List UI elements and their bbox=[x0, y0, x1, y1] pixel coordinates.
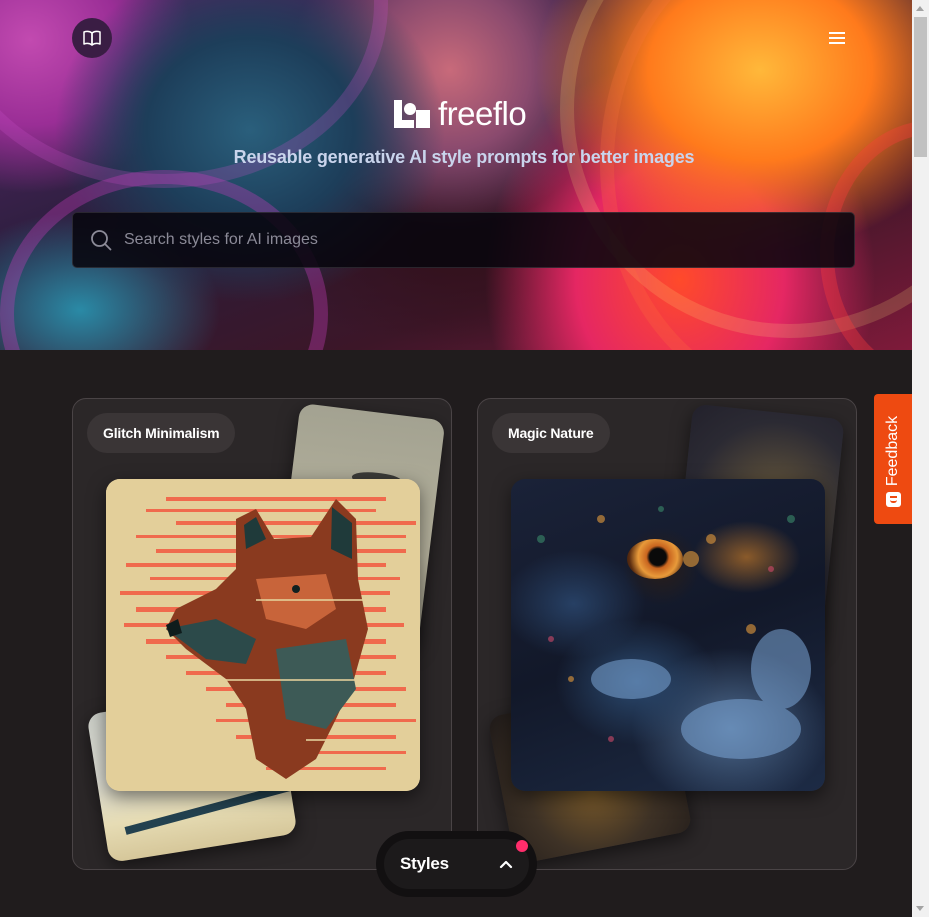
styles-button-label: Styles bbox=[400, 854, 449, 873]
styles-dock: Styles bbox=[376, 831, 537, 897]
logo[interactable]: freeflo bbox=[392, 94, 527, 134]
styles-button[interactable]: Styles bbox=[384, 839, 529, 889]
feedback-label: Feedback bbox=[884, 415, 902, 487]
vertical-scrollbar[interactable] bbox=[912, 0, 929, 917]
style-card-label: Magic Nature bbox=[492, 413, 610, 453]
hero-banner: freeflo Reusable generative AI style pro… bbox=[0, 0, 912, 350]
guide-button[interactable] bbox=[72, 18, 112, 58]
page: freeflo Reusable generative AI style pro… bbox=[0, 0, 912, 917]
style-card-glitch-minimalism[interactable]: Glitch Minimalism bbox=[72, 398, 452, 870]
paint-splatter-overlay bbox=[537, 506, 811, 759]
search-icon bbox=[90, 229, 112, 251]
freeflo-logo-icon bbox=[394, 100, 430, 128]
logo-text: freeflo bbox=[438, 95, 527, 132]
scroll-up-arrow-icon[interactable] bbox=[916, 6, 924, 11]
preview-image-main bbox=[106, 479, 420, 791]
style-card-magic-nature[interactable]: Magic Nature bbox=[477, 398, 857, 870]
notification-dot bbox=[516, 840, 528, 852]
book-open-icon bbox=[83, 30, 101, 46]
menu-button[interactable] bbox=[817, 18, 857, 58]
style-card-label: Glitch Minimalism bbox=[87, 413, 236, 453]
tagline: Reusable generative AI style prompts for… bbox=[233, 147, 695, 167]
search-bar[interactable] bbox=[72, 212, 855, 268]
feedback-label-wrap: Feedback bbox=[877, 406, 909, 496]
dog-illustration bbox=[106, 479, 420, 791]
feedback-smiley-icon bbox=[886, 492, 901, 507]
scrollbar-thumb[interactable] bbox=[914, 17, 927, 157]
hamburger-menu-icon bbox=[829, 32, 845, 44]
chevron-up-icon bbox=[499, 860, 513, 869]
preview-image-main bbox=[511, 479, 825, 791]
feedback-tab[interactable]: Feedback bbox=[874, 394, 912, 524]
scroll-down-arrow-icon[interactable] bbox=[916, 906, 924, 911]
search-input[interactable] bbox=[122, 219, 854, 261]
